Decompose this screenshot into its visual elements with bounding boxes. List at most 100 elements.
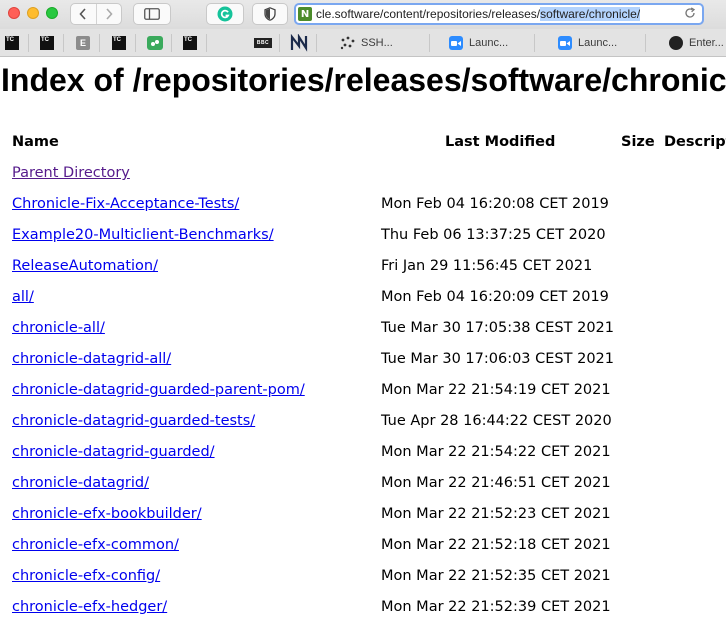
zoom-icon <box>449 36 463 50</box>
table-row: Chronicle-Fix-Acceptance-Tests/ Mon Feb … <box>0 193 726 224</box>
bookmark-separator <box>135 34 136 52</box>
back-button[interactable] <box>71 4 96 24</box>
ssh-icon <box>340 36 355 50</box>
close-window-button[interactable] <box>8 7 20 19</box>
table-row: chronicle-datagrid-guarded/ Mon Mar 22 2… <box>0 441 726 472</box>
column-header-size: Size <box>621 134 655 150</box>
bookmark-github[interactable]: Enter... <box>669 29 724 57</box>
last-modified-date: Mon Mar 22 21:54:22 CET 2021 <box>381 444 611 460</box>
tc-icon: TC <box>112 36 126 50</box>
url-selected-text: software/chronicle/ <box>540 7 641 21</box>
bookmark-green-app[interactable] <box>147 29 163 57</box>
bookmark-separator <box>28 34 29 52</box>
table-row: Example20-Multiclient-Benchmarks/ Thu Fe… <box>0 224 726 255</box>
address-bar[interactable]: N cle.software/content/repositories/rele… <box>294 3 704 25</box>
column-header-name: Name <box>12 134 59 150</box>
bookmark-tc-3[interactable]: TC <box>112 29 126 57</box>
directory-link[interactable]: chronicle-datagrid/ <box>12 475 149 491</box>
grammarly-extension-button[interactable] <box>206 3 244 25</box>
table-row: all/ Mon Feb 04 16:20:09 CET 2019 <box>0 286 726 317</box>
last-modified-date: Thu Feb 06 13:37:25 CET 2020 <box>381 227 606 243</box>
table-row: chronicle-datagrid-guarded-parent-pom/ M… <box>0 379 726 410</box>
bookmark-separator <box>279 34 280 52</box>
last-modified-date: Mon Feb 04 16:20:09 CET 2019 <box>381 289 609 305</box>
show-sidebar-button[interactable] <box>133 3 171 25</box>
directory-link[interactable]: chronicle-datagrid-guarded-parent-pom/ <box>12 382 305 398</box>
green-app-icon <box>147 36 163 50</box>
bookmark-label: Enter... <box>689 37 724 49</box>
bookmark-launch-2[interactable]: Launc... <box>558 29 617 57</box>
forward-button[interactable] <box>95 4 122 24</box>
table-row: ReleaseAutomation/ Fri Jan 29 11:56:45 C… <box>0 255 726 286</box>
e-icon: E <box>76 36 90 50</box>
chevron-left-icon <box>79 8 86 20</box>
url-text: cle.software/content/repositories/releas… <box>316 7 641 21</box>
reload-button[interactable] <box>684 7 696 22</box>
directory-link[interactable]: chronicle-efx-config/ <box>12 568 160 584</box>
directory-link[interactable]: chronicle-efx-common/ <box>12 537 179 553</box>
table-row: chronicle-efx-hedger/ Mon Mar 22 21:52:3… <box>0 596 726 622</box>
directory-link[interactable]: Example20-Multiclient-Benchmarks/ <box>12 227 274 243</box>
table-row: chronicle-efx-bookbuilder/ Mon Mar 22 21… <box>0 503 726 534</box>
last-modified-date: Tue Mar 30 17:06:03 CEST 2021 <box>381 351 614 367</box>
last-modified-date: Mon Mar 22 21:46:51 CET 2021 <box>381 475 611 491</box>
bbc-icon: BBC <box>254 38 272 48</box>
bookmark-n-logo[interactable] <box>290 29 308 57</box>
bookmark-separator <box>534 34 535 52</box>
bookmark-separator <box>645 34 646 52</box>
bookmark-separator <box>316 34 317 52</box>
bookmark-label: Launc... <box>469 37 509 49</box>
table-row: chronicle-datagrid/ Mon Mar 22 21:46:51 … <box>0 472 726 503</box>
bookmark-tc-4[interactable]: TC <box>183 29 197 57</box>
directory-link[interactable]: chronicle-all/ <box>12 320 105 336</box>
last-modified-date: Mon Mar 22 21:52:39 CET 2021 <box>381 599 611 615</box>
last-modified-date: Mon Mar 22 21:52:23 CET 2021 <box>381 506 611 522</box>
last-modified-date: Fri Jan 29 11:56:45 CET 2021 <box>381 258 593 274</box>
bookmark-tc-2[interactable]: TC <box>40 29 54 57</box>
bookmark-e[interactable]: E <box>76 29 90 57</box>
history-nav <box>70 3 122 25</box>
tc-icon: TC <box>183 36 197 50</box>
bookmark-ssh[interactable]: SSH... <box>340 29 393 57</box>
bookmarks-bar: TC TC E TC TC BBC SSH... Launc... Launc.… <box>0 29 726 57</box>
reload-icon <box>685 7 696 18</box>
privacy-extension-button[interactable] <box>252 3 288 25</box>
table-row: chronicle-efx-common/ Mon Mar 22 21:52:1… <box>0 534 726 565</box>
last-modified-date: Mon Mar 22 21:52:35 CET 2021 <box>381 568 611 584</box>
table-row: Parent Directory <box>0 162 726 193</box>
directory-link[interactable]: chronicle-efx-hedger/ <box>12 599 167 615</box>
directory-link[interactable]: all/ <box>12 289 34 305</box>
last-modified-date: Tue Apr 28 16:44:22 CEST 2020 <box>381 413 612 429</box>
directory-link[interactable]: chronicle-efx-bookbuilder/ <box>12 506 202 522</box>
directory-link[interactable]: Chronicle-Fix-Acceptance-Tests/ <box>12 196 239 212</box>
minimize-window-button[interactable] <box>27 7 39 19</box>
table-row: chronicle-datagrid-guarded-tests/ Tue Ap… <box>0 410 726 441</box>
parent-directory-link[interactable]: Parent Directory <box>12 165 130 181</box>
bookmark-separator <box>63 34 64 52</box>
tc-icon: TC <box>5 36 19 50</box>
github-icon <box>669 36 683 50</box>
directory-link[interactable]: chronicle-datagrid-all/ <box>12 351 171 367</box>
bookmark-launch-1[interactable]: Launc... <box>449 29 508 57</box>
table-row: chronicle-datagrid-all/ Tue Mar 30 17:06… <box>0 348 726 379</box>
last-modified-date: Mon Mar 22 21:52:18 CET 2021 <box>381 537 611 553</box>
bookmark-bbc[interactable]: BBC <box>254 29 272 57</box>
bookmark-tc-1[interactable]: TC <box>5 29 19 57</box>
tc-icon: TC <box>40 36 54 50</box>
n-logo-icon <box>290 34 308 52</box>
bookmark-separator <box>429 34 430 52</box>
directory-link[interactable]: ReleaseAutomation/ <box>12 258 158 274</box>
bookmark-label: Launc... <box>578 37 618 49</box>
last-modified-date: Mon Mar 22 21:54:19 CET 2021 <box>381 382 611 398</box>
page-title: Index of /repositories/releases/software… <box>1 62 726 98</box>
zoom-window-button[interactable] <box>46 7 58 19</box>
bookmark-separator <box>99 34 100 52</box>
directory-link[interactable]: chronicle-datagrid-guarded-tests/ <box>12 413 255 429</box>
bookmark-label: SSH... <box>361 37 393 49</box>
column-header-last-modified: Last Modified <box>445 134 556 150</box>
grammarly-icon <box>217 6 233 22</box>
last-modified-date: Mon Feb 04 16:20:08 CET 2019 <box>381 196 609 212</box>
chevron-right-icon <box>106 8 113 20</box>
directory-link[interactable]: chronicle-datagrid-guarded/ <box>12 444 215 460</box>
table-row: chronicle-efx-config/ Mon Mar 22 21:52:3… <box>0 565 726 596</box>
